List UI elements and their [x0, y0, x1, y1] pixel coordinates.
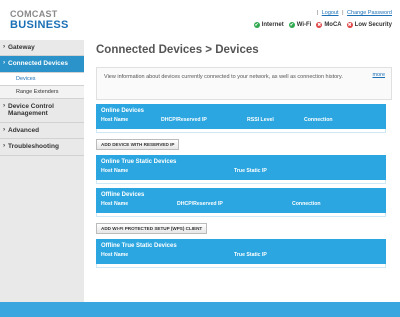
status-bar: ✔ Internet ✔ Wi-Fi ✖ MoCA ✖ Low Security: [253, 21, 392, 28]
col-static-ip: True Static IP: [234, 252, 267, 258]
col-host-name: Host Name: [101, 117, 129, 123]
column-headers: Host Name DHCP/Reserved IP Connection: [101, 201, 381, 209]
status-security: ✖ Low Security: [346, 21, 392, 28]
sidebar-item-troubleshooting[interactable]: Troubleshooting: [0, 139, 84, 156]
col-dhcp-ip: DHCP/Reserved IP: [161, 117, 207, 123]
panel-body: [96, 213, 386, 217]
column-headers: Host Name True Static IP: [101, 168, 381, 176]
main-content: Connected Devices > Devices View informa…: [96, 40, 392, 268]
col-host-name: Host Name: [101, 168, 129, 174]
header: COMCAST BUSINESS | Logout | Change Passw…: [0, 0, 400, 40]
sidebar-item-gateway[interactable]: Gateway: [0, 40, 84, 57]
link-separator: |: [342, 10, 344, 16]
change-password-link[interactable]: Change Password: [347, 10, 392, 16]
more-link[interactable]: more: [372, 72, 385, 80]
status-internet: ✔ Internet: [253, 21, 284, 28]
logout-link[interactable]: Logout: [322, 10, 339, 16]
check-icon: ✔: [288, 21, 295, 28]
column-headers: Host Name DHCP/Reserved IP RSSI Level Co…: [101, 117, 381, 125]
logo-line1: COMCAST: [10, 9, 58, 19]
add-reserved-ip-button[interactable]: ADD DEVICE WITH RESERVED IP: [96, 139, 180, 150]
panel-body: [96, 264, 386, 268]
sidebar-item-advanced[interactable]: Advanced: [0, 123, 84, 140]
check-icon: ✔: [253, 21, 260, 28]
panel-body: [96, 129, 386, 133]
panel-body: [96, 180, 386, 184]
panel-header: Online Devices Host Name DHCP/Reserved I…: [96, 104, 386, 129]
col-connection: Connection: [304, 117, 333, 123]
status-label: Internet: [261, 22, 284, 28]
status-label: Wi-Fi: [296, 22, 312, 28]
add-wps-client-button[interactable]: ADD WI-FI PROTECTED SETUP (WPS) CLIENT: [96, 223, 208, 234]
logo-line2: BUSINESS: [10, 19, 69, 31]
panel-header: Online True Static Devices Host Name Tru…: [96, 155, 386, 180]
col-rssi: RSSI Level: [247, 117, 274, 123]
online-static-panel: Online True Static Devices Host Name Tru…: [96, 155, 386, 184]
offline-devices-panel: Offline Devices Host Name DHCP/Reserved …: [96, 188, 386, 235]
x-icon: ✖: [346, 21, 353, 28]
status-label: MoCA: [324, 22, 342, 28]
col-connection: Connection: [292, 201, 321, 207]
panel-title: Online Devices: [101, 108, 145, 114]
sidebar-subitem-devices[interactable]: Devices: [0, 72, 84, 86]
col-dhcp-ip: DHCP/Reserved IP: [177, 201, 223, 207]
col-host-name: Host Name: [101, 201, 129, 207]
page-title: Connected Devices > Devices: [96, 44, 259, 56]
comcast-business-logo[interactable]: COMCAST BUSINESS: [10, 10, 69, 31]
info-box: View information about devices currently…: [96, 67, 392, 100]
sidebar-subitem-range-extenders[interactable]: Range Extenders: [0, 85, 84, 99]
sidebar-item-device-control[interactable]: Device Control Management: [0, 99, 84, 123]
offline-static-panel: Offline True Static Devices Host Name Tr…: [96, 239, 386, 268]
panel-header: Offline Devices Host Name DHCP/Reserved …: [96, 188, 386, 213]
status-label: Low Security: [354, 22, 392, 28]
panel-title: Online True Static Devices: [101, 159, 177, 165]
col-host-name: Host Name: [101, 252, 129, 258]
status-moca: ✖ MoCA: [316, 21, 342, 28]
sidebar-item-connected-devices[interactable]: Connected Devices: [0, 56, 84, 73]
column-headers: Host Name True Static IP: [101, 252, 381, 260]
panel-header: Offline True Static Devices Host Name Tr…: [96, 239, 386, 264]
col-static-ip: True Static IP: [234, 168, 267, 174]
footer-bar: [0, 302, 400, 317]
x-icon: ✖: [316, 21, 323, 28]
sidebar: Gateway Connected Devices Devices Range …: [0, 40, 84, 302]
panel-title: Offline True Static Devices: [101, 243, 177, 249]
online-devices-panel: Online Devices Host Name DHCP/Reserved I…: [96, 104, 386, 151]
info-text: View information about devices currently…: [104, 74, 343, 80]
top-links: | Logout | Change Password: [315, 10, 392, 16]
link-separator-left: |: [316, 10, 319, 16]
panel-title: Offline Devices: [101, 192, 145, 198]
status-wifi: ✔ Wi-Fi: [288, 21, 312, 28]
